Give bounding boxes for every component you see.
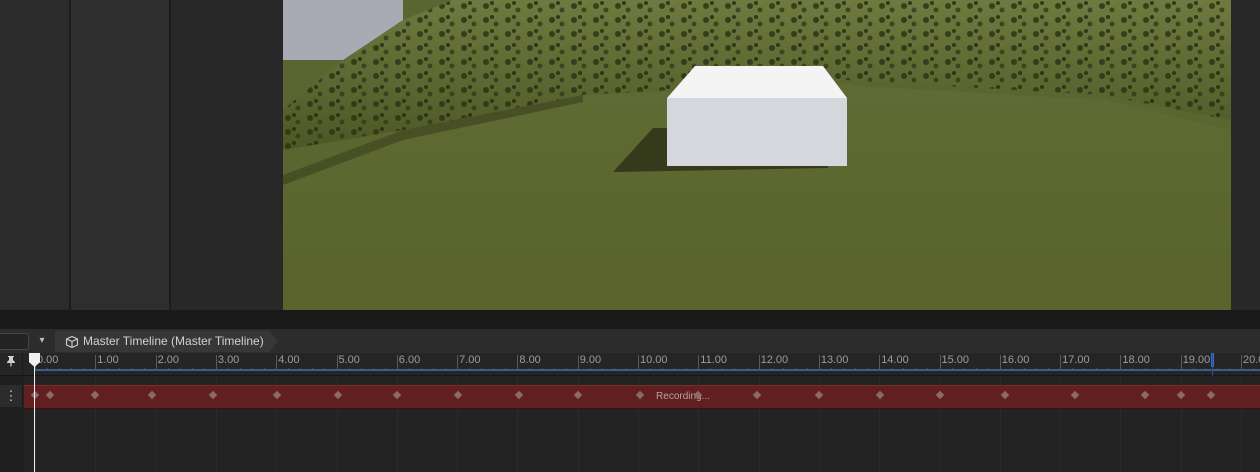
ruler-tick-label: 1.00 [97,354,119,366]
game-viewport[interactable] [283,0,1231,310]
timeline-asset-field[interactable] [0,333,29,350]
ruler-tick-label: 8.00 [519,354,541,366]
ruler-tick-label: 3.00 [217,354,240,366]
ruler-tick-label: 15.00 [941,354,970,366]
ruler-tick-label: 12.00 [760,354,789,366]
breadcrumb-label: Master Timeline (Master Timeline) [83,334,264,348]
chevron-down-icon[interactable]: ▾ [32,333,52,349]
ruler-tick-label: 17.00 [1062,354,1090,366]
game-view-gutter [171,0,283,310]
ruler-tick-label: 9.00 [579,354,602,366]
ruler-tick-label: 20.0 [1243,354,1260,366]
timeline-range-bar [34,369,1260,371]
cube-icon [65,335,79,349]
ruler-tick-label: 2.00 [157,354,180,366]
ruler-tick-label: 4.00 [278,354,300,366]
inspector-panel [71,0,171,310]
ruler-tick-label: 13.00 [820,354,849,366]
pin-glyph [7,356,15,367]
breadcrumb[interactable]: Master Timeline (Master Timeline) [55,331,278,352]
pin-icon[interactable] [0,353,22,375]
ruler-tick-label: 5.00 [338,354,360,366]
terrain-scene [283,0,1231,310]
ruler-tick-label: 19.00 [1182,354,1211,366]
ruler-tick-label: 11.00 [700,354,728,366]
ruler-tick-label: 10.00 [640,354,668,366]
playhead-line [34,365,35,472]
ruler-tick-label: 14.00 [881,354,909,366]
ruler-tick-label: 6.00 [398,354,421,366]
ruler-tick-label: 18.00 [1122,354,1150,366]
ruler-tick-label: 16.00 [1001,354,1030,366]
ruler-tick-label: 0.00 [37,354,59,366]
game-view-gutter-right [1231,0,1260,310]
left-panel [0,0,71,310]
ruler-tick-label: 7.00 [459,354,481,366]
